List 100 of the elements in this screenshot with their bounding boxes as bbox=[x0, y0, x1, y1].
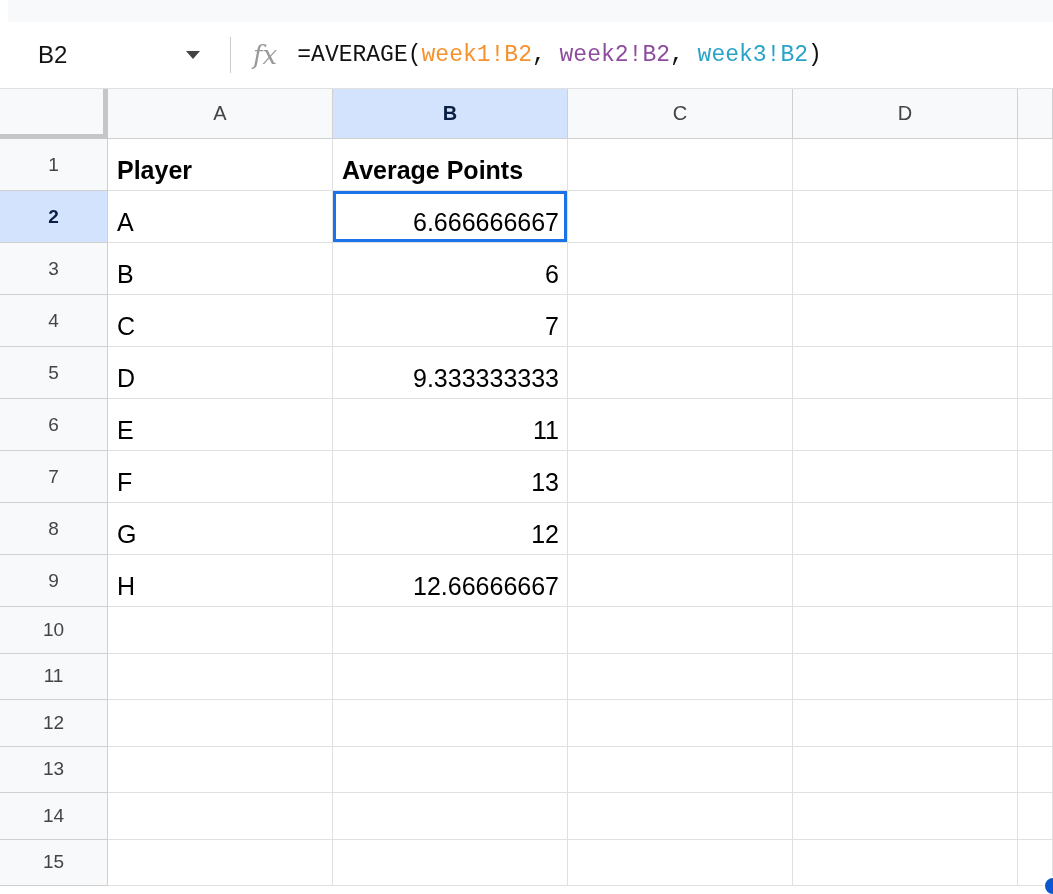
table-cell[interactable] bbox=[1018, 653, 1053, 700]
table-cell[interactable]: C bbox=[108, 295, 333, 347]
column-header[interactable]: B bbox=[333, 89, 568, 139]
table-cell[interactable]: F bbox=[108, 451, 333, 503]
row-header[interactable]: 11 bbox=[0, 653, 108, 700]
table-cell[interactable]: 11 bbox=[333, 399, 568, 451]
column-header[interactable]: A bbox=[108, 89, 333, 139]
name-box[interactable]: B2 bbox=[0, 41, 200, 69]
table-cell[interactable]: E bbox=[108, 399, 333, 451]
column-header[interactable]: C bbox=[568, 89, 793, 139]
row-header[interactable]: 12 bbox=[0, 700, 108, 747]
table-cell[interactable] bbox=[793, 347, 1018, 399]
table-cell[interactable]: 12.66666667 bbox=[333, 555, 568, 607]
table-cell[interactable] bbox=[1018, 700, 1053, 747]
table-cell[interactable] bbox=[793, 555, 1018, 607]
row-header[interactable]: 14 bbox=[0, 793, 108, 840]
table-cell[interactable] bbox=[568, 503, 793, 555]
row-header[interactable]: 5 bbox=[0, 347, 108, 399]
table-cell[interactable]: 7 bbox=[333, 295, 568, 347]
table-cell[interactable]: D bbox=[108, 347, 333, 399]
row-header[interactable]: 2 bbox=[0, 191, 108, 243]
table-cell[interactable] bbox=[333, 746, 568, 793]
table-cell[interactable] bbox=[568, 793, 793, 840]
table-cell[interactable]: 12 bbox=[333, 503, 568, 555]
table-cell[interactable] bbox=[793, 700, 1018, 747]
row-header[interactable]: 15 bbox=[0, 839, 108, 886]
table-cell[interactable] bbox=[568, 399, 793, 451]
table-cell[interactable] bbox=[108, 746, 333, 793]
table-cell[interactable] bbox=[1018, 399, 1053, 451]
table-cell[interactable] bbox=[568, 191, 793, 243]
table-cell[interactable]: 9.333333333 bbox=[333, 347, 568, 399]
row-header[interactable]: 4 bbox=[0, 295, 108, 347]
table-cell[interactable] bbox=[1018, 295, 1053, 347]
table-cell[interactable]: Average Points bbox=[333, 139, 568, 191]
table-cell[interactable] bbox=[1018, 243, 1053, 295]
formula-field[interactable]: =AVERAGE(week1!B2, week2!B2, week3!B2) bbox=[297, 42, 822, 68]
function-label: fx bbox=[253, 40, 278, 70]
row-header[interactable]: 10 bbox=[0, 607, 108, 654]
table-cell[interactable] bbox=[1018, 451, 1053, 503]
table-cell[interactable] bbox=[793, 653, 1018, 700]
table-cell[interactable]: 6 bbox=[333, 243, 568, 295]
table-cell[interactable] bbox=[793, 451, 1018, 503]
table-cell[interactable] bbox=[333, 839, 568, 886]
table-cell[interactable] bbox=[568, 451, 793, 503]
row-header[interactable]: 13 bbox=[0, 746, 108, 793]
table-cell[interactable] bbox=[1018, 793, 1053, 840]
table-cell[interactable] bbox=[793, 746, 1018, 793]
table-cell[interactable]: Player bbox=[108, 139, 333, 191]
table-cell[interactable] bbox=[333, 607, 568, 654]
table-cell[interactable] bbox=[568, 243, 793, 295]
row-header[interactable]: 7 bbox=[0, 451, 108, 503]
table-cell[interactable] bbox=[1018, 555, 1053, 607]
table-cell[interactable] bbox=[568, 607, 793, 654]
table-cell[interactable] bbox=[568, 700, 793, 747]
row-header[interactable]: 9 bbox=[0, 555, 108, 607]
caret-icon bbox=[186, 51, 200, 59]
table-cell[interactable] bbox=[568, 653, 793, 700]
table-cell[interactable] bbox=[568, 746, 793, 793]
table-cell[interactable] bbox=[568, 139, 793, 191]
table-cell[interactable] bbox=[568, 839, 793, 886]
table-cell[interactable] bbox=[793, 399, 1018, 451]
table-cell[interactable]: 13 bbox=[333, 451, 568, 503]
table-cell[interactable] bbox=[108, 653, 333, 700]
table-cell[interactable] bbox=[793, 243, 1018, 295]
table-cell[interactable] bbox=[568, 555, 793, 607]
table-cell[interactable] bbox=[333, 793, 568, 840]
select-all-corner[interactable] bbox=[0, 89, 108, 139]
table-cell[interactable] bbox=[1018, 607, 1053, 654]
table-cell[interactable] bbox=[793, 139, 1018, 191]
table-cell[interactable] bbox=[793, 839, 1018, 886]
table-cell[interactable] bbox=[333, 653, 568, 700]
row-header[interactable]: 6 bbox=[0, 399, 108, 451]
table-cell[interactable]: A bbox=[108, 191, 333, 243]
row-header[interactable]: 8 bbox=[0, 503, 108, 555]
table-cell[interactable] bbox=[108, 839, 333, 886]
table-cell[interactable] bbox=[1018, 746, 1053, 793]
table-cell[interactable] bbox=[568, 295, 793, 347]
table-cell[interactable]: B bbox=[108, 243, 333, 295]
table-cell[interactable]: G bbox=[108, 503, 333, 555]
table-cell[interactable] bbox=[1018, 503, 1053, 555]
row-header[interactable]: 3 bbox=[0, 243, 108, 295]
table-cell[interactable] bbox=[568, 347, 793, 399]
table-cell[interactable] bbox=[793, 607, 1018, 654]
table-cell[interactable] bbox=[793, 191, 1018, 243]
table-cell[interactable] bbox=[108, 793, 333, 840]
table-cell[interactable] bbox=[1018, 839, 1053, 886]
table-cell[interactable]: H bbox=[108, 555, 333, 607]
table-cell[interactable] bbox=[793, 793, 1018, 840]
table-cell[interactable] bbox=[1018, 191, 1053, 243]
selected-cell[interactable]: 6.666666667 bbox=[333, 191, 568, 243]
table-cell[interactable] bbox=[1018, 139, 1053, 191]
table-cell[interactable] bbox=[333, 700, 568, 747]
column-header[interactable] bbox=[1018, 89, 1053, 139]
table-cell[interactable] bbox=[1018, 347, 1053, 399]
row-header[interactable]: 1 bbox=[0, 139, 108, 191]
table-cell[interactable] bbox=[108, 700, 333, 747]
column-header[interactable]: D bbox=[793, 89, 1018, 139]
table-cell[interactable] bbox=[793, 295, 1018, 347]
table-cell[interactable] bbox=[793, 503, 1018, 555]
table-cell[interactable] bbox=[108, 607, 333, 654]
